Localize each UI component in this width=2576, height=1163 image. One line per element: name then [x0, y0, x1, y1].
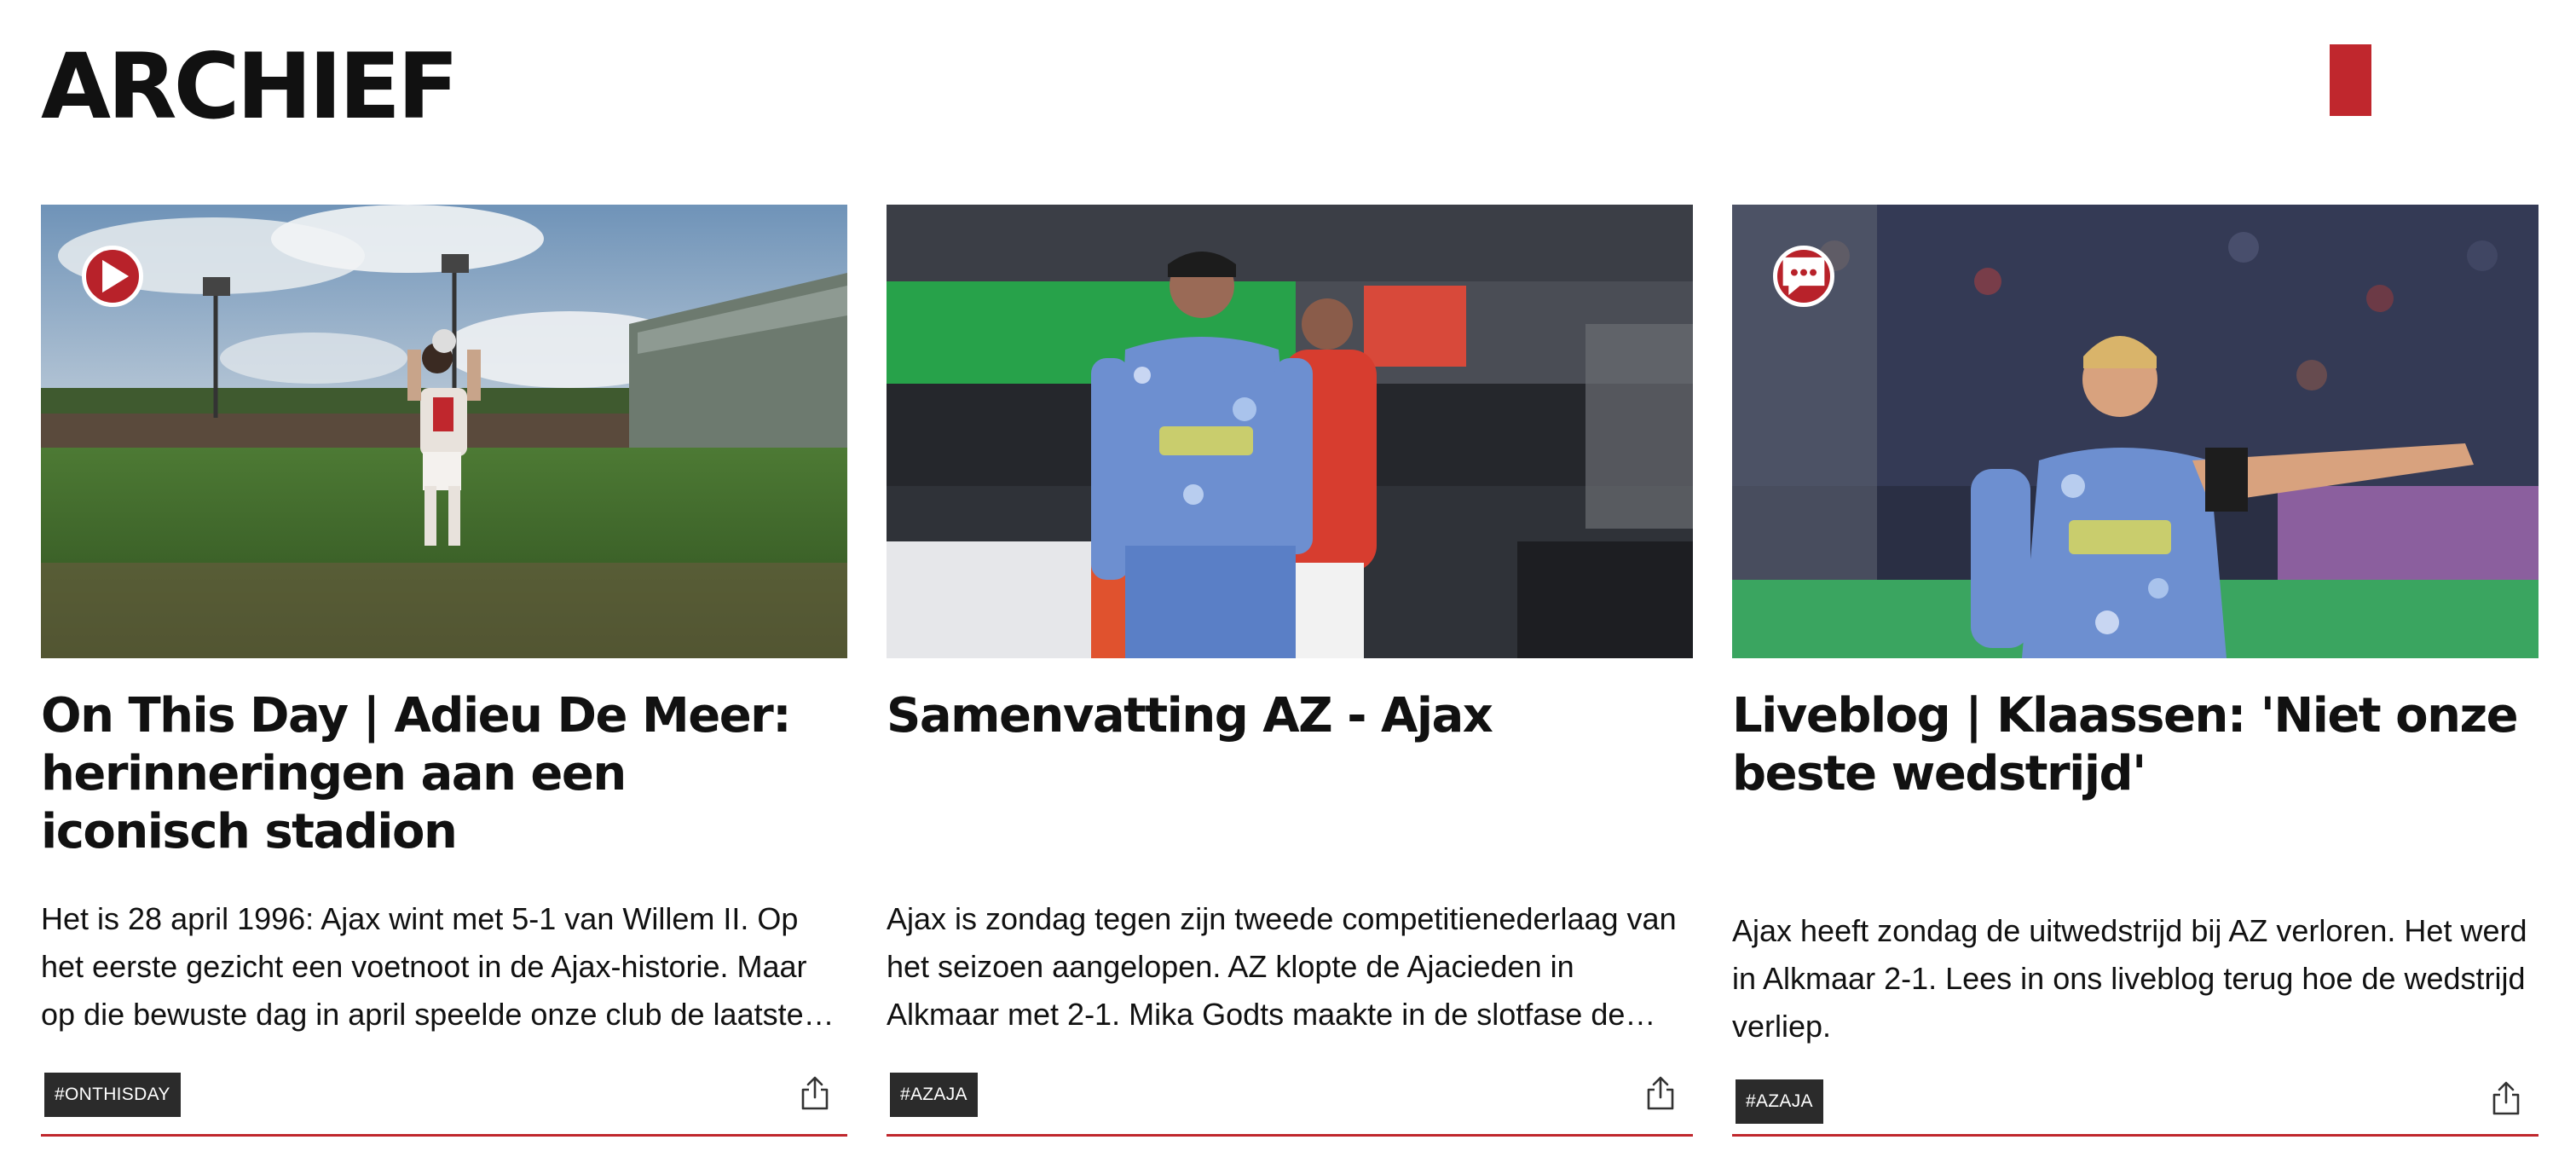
- article-title[interactable]: Liveblog | Klaassen: 'Niet onze beste we…: [1732, 687, 2538, 803]
- card-divider: [887, 1134, 1693, 1137]
- article-card[interactable]: Liveblog | Klaassen: 'Niet onze beste we…: [1732, 205, 2538, 1139]
- article-excerpt: Ajax heeft zondag de uitwedstrijd bij AZ…: [1732, 913, 2527, 1044]
- share-icon[interactable]: [798, 1074, 832, 1112]
- share-icon[interactable]: [2489, 1079, 2523, 1117]
- article-title[interactable]: On This Day | Adieu De Meer: herinnering…: [41, 687, 847, 861]
- video-badge: [82, 246, 143, 307]
- article-image[interactable]: [887, 205, 1693, 658]
- article-title[interactable]: Samenvatting AZ - Ajax: [887, 687, 1693, 745]
- play-icon: [102, 259, 130, 293]
- article-card[interactable]: On This Day | Adieu De Meer: herinnering…: [41, 205, 847, 1139]
- tag-badge[interactable]: #ONTHISDAY: [44, 1073, 181, 1117]
- card-divider: [1732, 1134, 2538, 1137]
- share-icon[interactable]: [1643, 1074, 1678, 1112]
- stadium-photo: [41, 205, 847, 658]
- archive-page: ARCHIEF On This Day | Adieu De Meer: her…: [0, 0, 2576, 1163]
- article-excerpt: Ajax is zondag tegen zijn tweede competi…: [887, 901, 1677, 1032]
- player-photo: [887, 205, 1693, 658]
- player-photo: [1732, 205, 2538, 658]
- tag-badge[interactable]: #AZAJA: [1736, 1079, 1823, 1124]
- card-divider: [41, 1134, 847, 1137]
- accent-block: [2330, 44, 2371, 116]
- article-image[interactable]: [1732, 205, 2538, 658]
- article-excerpt: Het is 28 april 1996: Ajax wint met 5-1 …: [41, 901, 807, 1032]
- article-image[interactable]: [41, 205, 847, 658]
- chat-icon: [1782, 257, 1825, 296]
- tag-badge[interactable]: #AZAJA: [890, 1073, 978, 1117]
- article-card[interactable]: Samenvatting AZ - Ajax Ajax is zondag te…: [887, 205, 1693, 1139]
- page-title: ARCHIEF: [41, 34, 459, 139]
- liveblog-badge: [1773, 246, 1834, 307]
